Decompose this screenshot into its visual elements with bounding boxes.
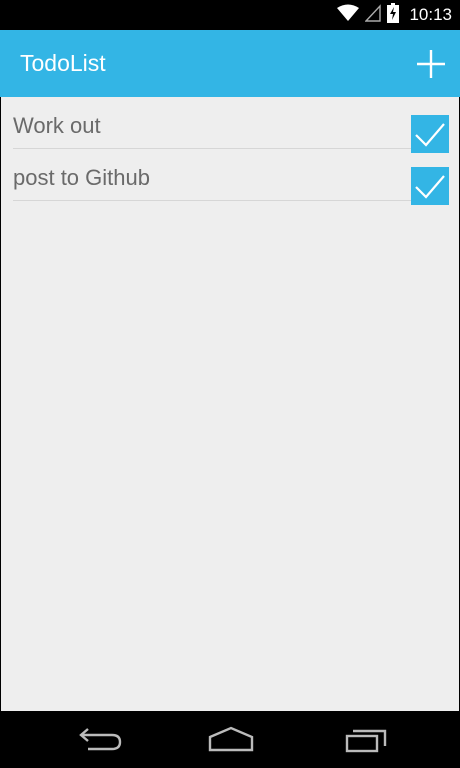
- phone-screen: 10:13 TodoList Work out post to Github: [0, 0, 460, 768]
- add-todo-button[interactable]: [414, 47, 448, 81]
- status-bar: 10:13: [0, 0, 460, 30]
- back-icon: [79, 728, 122, 751]
- battery-charging-icon: [387, 2, 400, 28]
- navigation-bar: [0, 711, 460, 768]
- todo-label: post to Github: [13, 165, 150, 190]
- todo-label: Work out: [13, 113, 101, 138]
- todo-list: Work out post to Github: [1, 97, 459, 205]
- wifi-icon: [337, 4, 360, 27]
- checkmark-icon: [415, 175, 445, 199]
- home-icon: [208, 726, 254, 752]
- app-title: TodoList: [20, 50, 106, 76]
- recent-apps-button[interactable]: [336, 723, 396, 757]
- status-icons: 10:13: [337, 0, 452, 30]
- home-button[interactable]: [201, 723, 261, 757]
- signal-icon: [364, 3, 382, 27]
- action-bar: TodoList: [0, 30, 460, 97]
- todo-item[interactable]: Work out: [13, 97, 449, 153]
- todo-item[interactable]: post to Github: [13, 149, 449, 205]
- plus-icon: [417, 50, 445, 78]
- status-time: 10:13: [409, 5, 452, 24]
- back-button[interactable]: [68, 723, 128, 757]
- todo-content: Work out post to Github: [1, 97, 459, 711]
- checkmark-icon: [415, 123, 445, 147]
- recent-apps-icon: [345, 729, 387, 753]
- todo-checkbox[interactable]: [411, 115, 449, 153]
- todo-checkbox[interactable]: [411, 167, 449, 205]
